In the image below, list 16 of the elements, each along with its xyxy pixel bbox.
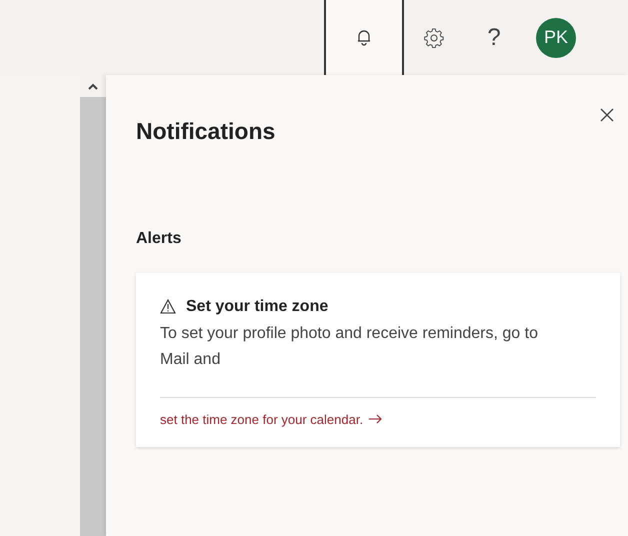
avatar[interactable]: PK [536,18,576,58]
bell-icon [357,29,371,46]
section-heading: Alerts [136,228,182,248]
warning-icon [160,299,176,314]
notifications-button[interactable] [324,0,404,75]
help-button[interactable]: ? [464,0,524,75]
settings-icon [424,28,444,48]
scrollbar[interactable] [80,75,106,536]
link-text[interactable]: set the time zone for your calendar. [160,410,364,429]
time-zone-link[interactable]: set the time zone for your calendar. [160,410,596,429]
alert-title: Set your time zone [186,296,328,316]
arrow-right-icon [369,414,382,424]
close-icon[interactable] [600,108,614,122]
alert-message: To set your profile photo and receive reminders, go to Mail and [160,324,539,370]
panel-title: Notifications [136,117,276,146]
chevron-up-icon [88,82,98,90]
